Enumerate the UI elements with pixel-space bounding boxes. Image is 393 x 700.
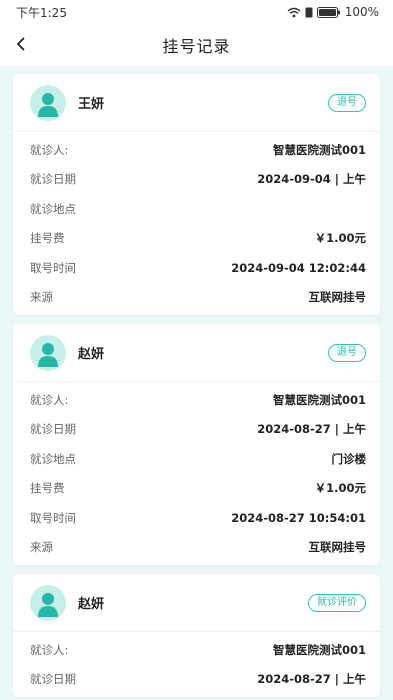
- detail-row: 就诊人: 智慧医院测试001: [30, 385, 366, 415]
- record-details: 就诊人: 智慧医院测试001 就诊日期 2024-09-04 | 上午 就诊地点 挂…: [13, 132, 380, 315]
- record-card-header: 赵妍 退号: [13, 324, 380, 382]
- row-label: 挂号费: [30, 231, 65, 246]
- row-label: 就诊地点: [30, 201, 76, 216]
- battery-icon: [316, 6, 341, 18]
- patient-name: 赵妍: [78, 597, 105, 612]
- status-time: 下午1:25: [16, 5, 67, 20]
- cancel-appointment-button[interactable]: 退号: [328, 93, 366, 112]
- row-label: 就诊人:: [30, 642, 69, 657]
- patient-name: 王妍: [78, 97, 105, 112]
- record-card[interactable]: 王妍 退号 就诊人: 智慧医院测试001 就诊日期 2024-09-04 | 上午 …: [13, 74, 380, 315]
- row-value: 2024-09-04 12:02:44: [231, 260, 366, 275]
- page-title: 挂号记录: [162, 37, 231, 56]
- nav-bar: 挂号记录: [0, 24, 393, 66]
- patient-name: 赵妍: [78, 347, 105, 362]
- status-bar: 下午1:25 100%: [0, 0, 393, 24]
- detail-row: 就诊地点: [30, 194, 366, 224]
- detail-row: 就诊地点 门诊楼: [30, 444, 366, 474]
- record-list[interactable]: 王妍 退号 就诊人: 智慧医院测试001 就诊日期 2024-09-04 | 上午 …: [0, 66, 393, 700]
- battery-percent: 100%: [344, 5, 379, 19]
- record-card-header: 赵妍 就诊评价: [13, 574, 380, 632]
- user-avatar-icon: [30, 584, 66, 621]
- row-value: 门诊楼: [331, 451, 367, 466]
- detail-row: 来源 互联网挂号: [30, 283, 366, 313]
- row-label: 来源: [30, 290, 53, 305]
- row-value: 智慧医院测试001: [272, 142, 366, 157]
- detail-row: 取号时间 2024-08-27 10:54:01: [30, 503, 366, 533]
- row-value: 智慧医院测试001: [272, 642, 366, 657]
- record-card-header: 王妍 退号: [13, 74, 380, 132]
- detail-row: 就诊人: 智慧医院测试001: [30, 135, 366, 165]
- row-value: 互联网挂号: [308, 290, 367, 305]
- row-label: 就诊人:: [30, 142, 69, 157]
- row-value: 2024-09-04 | 上午: [257, 172, 366, 187]
- detail-row: 就诊日期 2024-09-04 | 上午: [30, 165, 366, 195]
- status-icons: 100%: [287, 5, 379, 19]
- record-card[interactable]: 赵妍 退号 就诊人: 智慧医院测试001 就诊日期 2024-08-27 | 上午 …: [13, 324, 380, 565]
- user-avatar-icon: [30, 84, 66, 121]
- cancel-appointment-button[interactable]: 退号: [328, 343, 366, 362]
- row-label: 就诊日期: [30, 672, 76, 687]
- back-button[interactable]: [8, 32, 34, 58]
- detail-row: 挂号费 ￥1.00元: [30, 224, 366, 254]
- record-details: 就诊人: 智慧医院测试001 就诊日期 2024-08-27 | 上午 就诊地点 门诊…: [13, 382, 380, 565]
- detail-row: 就诊日期 2024-08-27 | 上午: [30, 665, 366, 695]
- row-label: 挂号费: [30, 481, 65, 496]
- detail-row: 就诊日期 2024-08-27 | 上午: [30, 415, 366, 445]
- record-card[interactable]: 赵妍 就诊评价 就诊人: 智慧医院测试001 就诊日期 2024-08-27 | 上…: [13, 574, 380, 697]
- sim-icon: [305, 7, 313, 18]
- chevron-left-icon: [15, 36, 27, 55]
- row-label: 就诊日期: [30, 172, 76, 187]
- detail-row: 挂号费 ￥1.00元: [30, 474, 366, 504]
- row-value: 2024-08-27 10:54:01: [231, 510, 366, 525]
- row-value: 互联网挂号: [308, 540, 367, 555]
- detail-row: 就诊人: 智慧医院测试001: [30, 635, 366, 665]
- row-value: 智慧医院测试001: [272, 392, 366, 407]
- visit-review-button[interactable]: 就诊评价: [308, 593, 366, 612]
- row-label: 取号时间: [30, 260, 76, 275]
- row-label: 来源: [30, 540, 53, 555]
- row-label: 就诊日期: [30, 422, 76, 437]
- detail-row: 来源 互联网挂号: [30, 533, 366, 563]
- row-value: ￥1.00元: [314, 231, 366, 246]
- record-details: 就诊人: 智慧医院测试001 就诊日期 2024-08-27 | 上午: [13, 632, 380, 697]
- row-value: 2024-08-27 | 上午: [257, 672, 366, 687]
- detail-row: 取号时间 2024-09-04 12:02:44: [30, 253, 366, 283]
- row-value: ￥1.00元: [314, 481, 366, 496]
- row-label: 就诊地点: [30, 451, 76, 466]
- wifi-icon: [287, 7, 301, 18]
- row-value: 2024-08-27 | 上午: [257, 422, 366, 437]
- user-avatar-icon: [30, 334, 66, 371]
- row-label: 就诊人:: [30, 392, 69, 407]
- row-label: 取号时间: [30, 510, 76, 525]
